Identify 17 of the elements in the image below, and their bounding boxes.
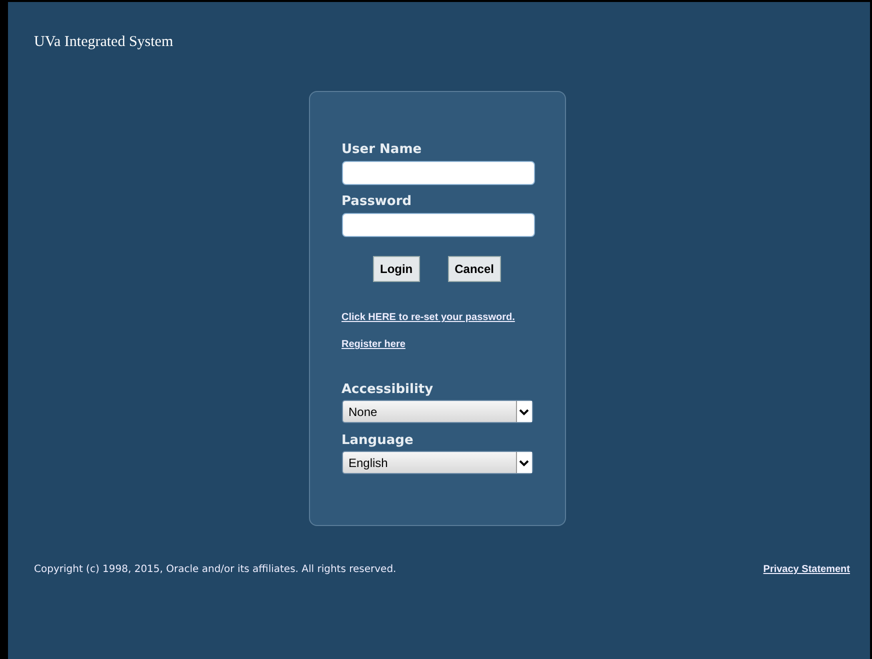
site-title: UVa Integrated System [34,34,174,50]
text-field[interactable] [342,161,534,185]
form-button[interactable]: Cancel [448,256,501,282]
privacy-link[interactable]: Privacy Statement [763,562,850,577]
field-label: Language [342,433,414,449]
copyright-text: Copyright (c) 1998, 2015, Oracle and/or its affiliates. All rights reserved. [34,563,396,577]
form-button[interactable]: Login [372,256,420,282]
field-label: User Name [342,142,423,158]
field-label: Accessibility [342,382,434,398]
chevron-down-icon [516,452,532,473]
field-label: Password [342,194,413,210]
text-link[interactable]: Register here [342,339,406,351]
text-link[interactable]: Click HERE to re-set your password. [342,312,515,324]
dropdown-field[interactable]: English [342,451,532,474]
chevron-down-icon [516,401,532,422]
text-field[interactable] [342,213,534,237]
dropdown-field[interactable]: None [342,400,532,423]
